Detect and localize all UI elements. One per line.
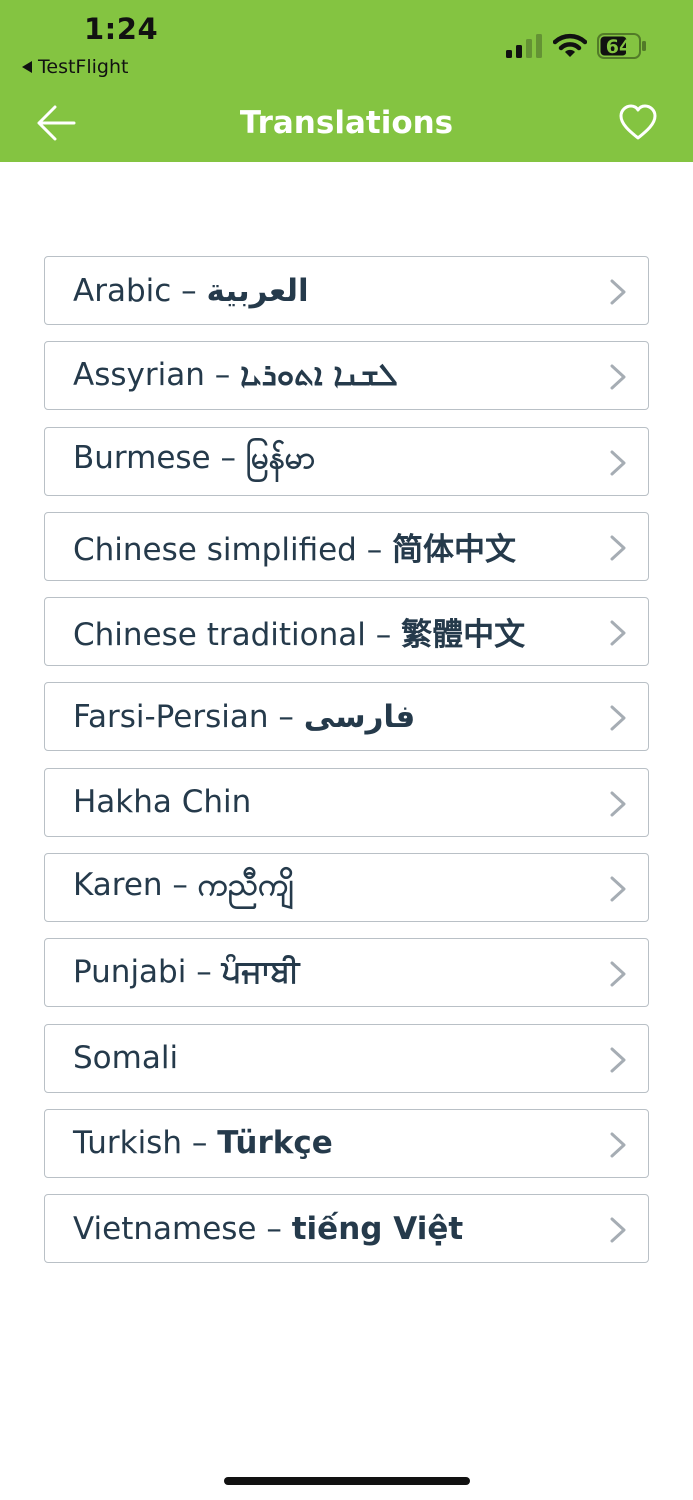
language-label: Turkish – Türkçe: [73, 1125, 333, 1161]
language-row[interactable]: Chinese simplified – 简体中文: [44, 511, 649, 581]
language-name: Somali: [73, 1040, 179, 1077]
separator-dash: –: [171, 272, 207, 309]
separator-dash: –: [162, 866, 198, 903]
language-native-name: فارسی: [303, 698, 416, 735]
language-name: Farsi-Persian: [73, 698, 269, 735]
language-label: Karen – ကညီကျိ: [73, 865, 293, 911]
chevron-right-icon: [610, 876, 626, 902]
separator-dash: –: [181, 1125, 218, 1162]
status-time: 1:24: [84, 12, 159, 46]
language-label: Punjabi – ਪੰਜਾਬੀ: [73, 954, 299, 991]
language-name: Punjabi: [73, 954, 187, 991]
language-name: Arabic: [73, 272, 172, 309]
language-row[interactable]: Somali: [44, 1023, 649, 1093]
language-name: Turkish: [73, 1125, 182, 1162]
language-name: Karen: [73, 866, 163, 903]
separator-dash: –: [204, 357, 241, 394]
language-list: Arabic – العربية Assyrian – ܠܫܢܐ ܐܬܘܪܝܐ Bu…: [44, 256, 649, 1280]
separator-dash: –: [186, 954, 222, 991]
battery-level: 64: [606, 36, 632, 58]
language-native-name: ကညီကျိ: [197, 866, 294, 903]
language-native-name: tiếng Việt: [291, 1210, 464, 1247]
language-name: Chinese simplified: [73, 531, 357, 568]
language-label: Chinese traditional – 繁體中文: [73, 609, 525, 654]
language-name: Burmese: [73, 440, 211, 477]
language-label: Hakha Chin: [73, 784, 251, 820]
language-name: Chinese traditional: [73, 617, 366, 654]
language-label: Assyrian – ܠܫܢܐ ܐܬܘܪܝܐ: [73, 357, 398, 394]
chevron-right-icon: [610, 1217, 626, 1243]
language-row[interactable]: Vietnamese – tiếng Việt: [44, 1194, 649, 1264]
language-row[interactable]: Arabic – العربية: [44, 256, 649, 325]
language-row[interactable]: Hakha Chin: [44, 767, 649, 837]
language-label: Arabic – العربية: [73, 273, 309, 309]
chevron-right-icon: [610, 450, 626, 476]
language-label: Somali: [73, 1040, 178, 1076]
chevron-right-icon: [610, 791, 626, 817]
language-label: Chinese simplified – 简体中文: [73, 524, 516, 569]
back-app-label: TestFlight: [38, 56, 129, 78]
language-row[interactable]: Chinese traditional – 繁體中文: [44, 597, 649, 667]
chevron-right-icon: [610, 620, 626, 646]
heart-icon[interactable]: [618, 103, 658, 143]
language-native-name: Türkçe: [217, 1125, 333, 1162]
chevron-right-icon: [610, 279, 626, 305]
language-row[interactable]: Burmese – မြန်မာ: [44, 426, 649, 496]
chevron-right-icon: [610, 364, 626, 390]
language-native-name: ܠܫܢܐ ܐܬܘܪܝܐ: [240, 357, 398, 394]
language-row[interactable]: Turkish – Türkçe: [44, 1108, 649, 1178]
language-row[interactable]: Karen – ကညီကျိ: [44, 853, 649, 923]
language-native-name: ਪੰਜਾਬੀ: [221, 954, 300, 991]
app-header: 1:24 TestFlight 64 Translations: [0, 0, 693, 162]
separator-dash: –: [256, 1210, 292, 1247]
language-native-name: မြန်မာ: [245, 440, 316, 477]
back-triangle-icon: [22, 61, 32, 73]
language-native-name: العربية: [206, 272, 309, 309]
separator-dash: –: [365, 617, 402, 654]
separator-dash: –: [210, 440, 246, 477]
language-row[interactable]: Punjabi – ਪੰਜਾਬੀ: [44, 938, 649, 1008]
chevron-right-icon: [610, 1047, 626, 1073]
language-label: Burmese – မြန်မာ: [73, 438, 315, 484]
page-title: Translations: [239, 105, 454, 141]
language-row[interactable]: Farsi-Persian – فارسی: [44, 682, 649, 752]
language-name: Hakha Chin: [73, 784, 252, 821]
language-name: Vietnamese: [73, 1210, 257, 1247]
wifi-icon: [553, 33, 587, 57]
battery-icon: 64: [597, 33, 646, 59]
language-label: Vietnamese – tiếng Việt: [73, 1211, 463, 1247]
language-name: Assyrian: [73, 357, 205, 394]
back-to-app-link[interactable]: TestFlight: [22, 56, 128, 78]
cellular-signal-icon: [506, 34, 542, 58]
chevron-right-icon: [610, 535, 626, 561]
language-native-name: 繁體中文: [401, 617, 526, 654]
language-label: Farsi-Persian – فارسی: [73, 699, 415, 735]
language-row[interactable]: Assyrian – ܠܫܢܐ ܐܬܘܪܝܐ: [44, 341, 649, 411]
separator-dash: –: [268, 698, 304, 735]
chevron-right-icon: [610, 705, 626, 731]
home-indicator: [224, 1477, 470, 1485]
language-native-name: 简体中文: [392, 531, 517, 568]
chevron-right-icon: [610, 1132, 626, 1158]
separator-dash: –: [356, 531, 393, 568]
chevron-right-icon: [610, 961, 626, 987]
